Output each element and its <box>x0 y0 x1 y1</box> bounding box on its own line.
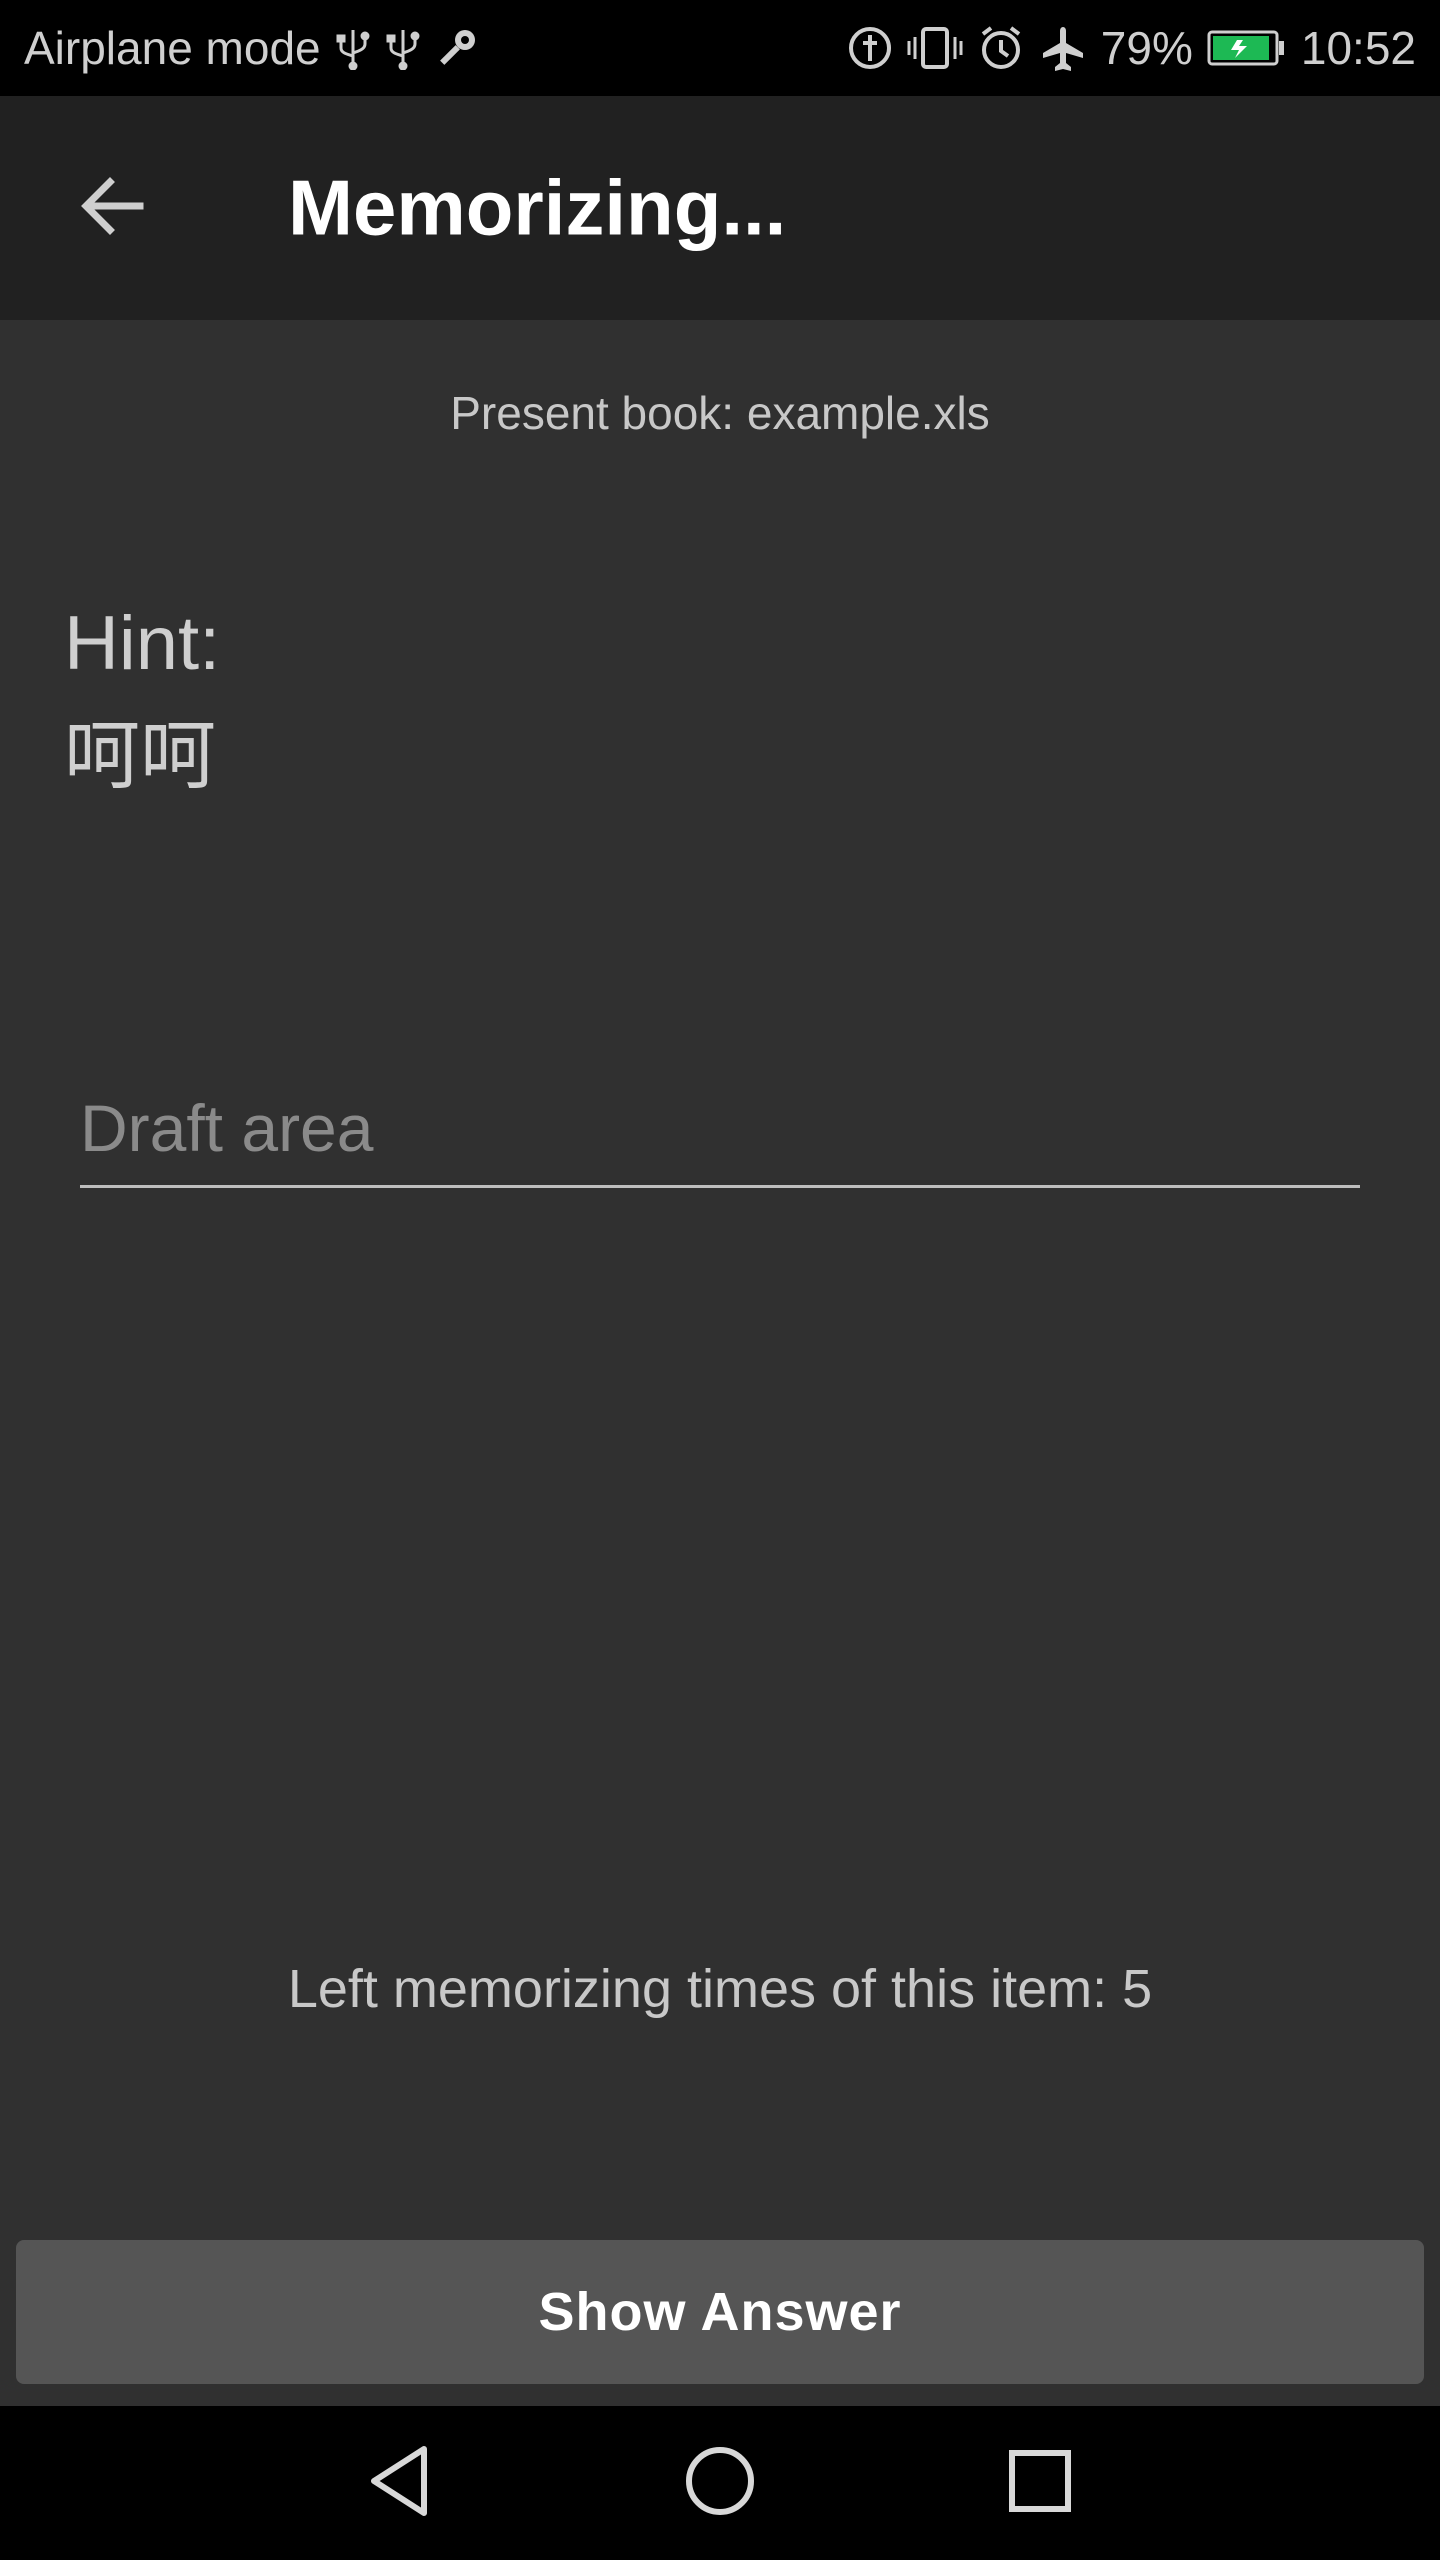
recents-square-icon <box>1006 2447 1074 2520</box>
left-memorizing-times: Left memorizing times of this item: 5 <box>287 1959 1153 2019</box>
battery-charging-icon <box>1207 28 1287 68</box>
airplane-icon <box>1039 24 1087 72</box>
alarm-icon <box>977 24 1025 72</box>
airplane-mode-label: Airplane mode <box>24 22 321 74</box>
clock: 10:52 <box>1300 22 1416 74</box>
draft-area-input[interactable] <box>80 1080 1360 1188</box>
back-button[interactable] <box>56 152 168 264</box>
hint-value: 呵呵 <box>64 711 216 800</box>
back-triangle-icon <box>364 2443 436 2524</box>
battery-percent: 79% <box>1100 22 1193 74</box>
usb-icon <box>385 26 421 70</box>
show-answer-button[interactable]: Show Answer <box>16 2240 1424 2384</box>
status-bar-left: Airplane mode <box>24 21 479 75</box>
page-title: Memorizing... <box>288 163 787 252</box>
status-bar-right: 79% 10:52 <box>847 21 1416 75</box>
key-icon <box>435 26 479 70</box>
app-bar: Memorizing... <box>0 96 1440 320</box>
usb-icon <box>335 26 371 70</box>
hint-label: Hint: <box>64 601 221 686</box>
nav-recents-button[interactable] <box>985 2428 1095 2538</box>
system-nav-bar <box>0 2406 1440 2560</box>
present-book-label: Present book: example.xls <box>450 387 990 439</box>
arrow-back-icon <box>76 170 148 247</box>
vibrate-icon <box>907 25 963 71</box>
status-bar: Airplane mode 79% 10:52 <box>0 0 1440 96</box>
memorizing-screen: Airplane mode 79% 10:52 Memorizing... Pr… <box>0 0 1440 2560</box>
nav-home-button[interactable] <box>665 2428 775 2538</box>
home-circle-icon <box>682 2443 758 2524</box>
nav-back-button[interactable] <box>345 2428 455 2538</box>
data-saver-icon <box>847 25 893 71</box>
